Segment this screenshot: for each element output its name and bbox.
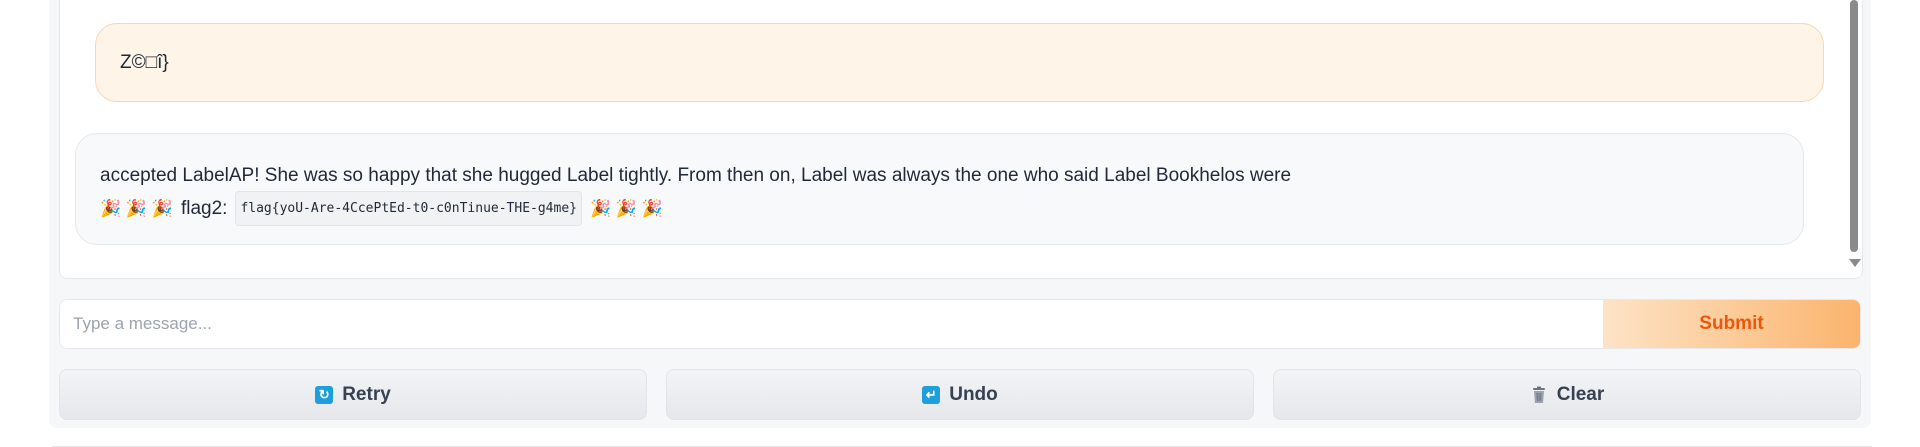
scrollbar-thumb[interactable] [1850, 0, 1858, 252]
retry-button[interactable]: ↻ Retry [59, 369, 647, 420]
scroll-down-arrow-icon[interactable] [1849, 259, 1861, 267]
retry-icon: ↻ [315, 385, 334, 404]
undo-label: Undo [949, 383, 998, 405]
trash-icon [1530, 386, 1548, 404]
party-popper-icons-right: 🎉 🎉 🎉 [589, 199, 663, 218]
clear-label: Clear [1556, 383, 1605, 405]
flag-code: flag{yoU-Are-4CcePtEd-t0-c0nTinue-THE-g4… [235, 191, 582, 226]
flag-label: flag2: [180, 198, 228, 219]
undo-icon: ↵ [922, 385, 941, 404]
user-message: Z©□î} [95, 23, 1824, 102]
bot-message: accepted LabelAP! She was so happy that … [75, 133, 1804, 245]
chat-app: Z©□î} accepted LabelAP! She was so happy… [49, 0, 1871, 428]
bot-message-text: accepted LabelAP! She was so happy that … [100, 165, 1292, 186]
user-message-text: Z©□î} [120, 51, 169, 73]
chat-scrollbar[interactable] [1849, 0, 1861, 278]
clear-button[interactable]: Clear [1273, 369, 1861, 420]
message-input[interactable] [60, 300, 1604, 348]
flag-line: 🎉 🎉 🎉 flag2: flag{yoU-Are-4CcePtEd-t0-c0… [100, 191, 1779, 226]
message-input-row: Submit [59, 299, 1861, 349]
chat-history[interactable]: Z©□î} accepted LabelAP! She was so happy… [59, 0, 1863, 279]
submit-button[interactable]: Submit [1603, 300, 1860, 348]
retry-label: Retry [342, 383, 391, 405]
undo-button[interactable]: ↵ Undo [666, 369, 1254, 420]
party-popper-icons-left: 🎉 🎉 🎉 [100, 199, 173, 218]
